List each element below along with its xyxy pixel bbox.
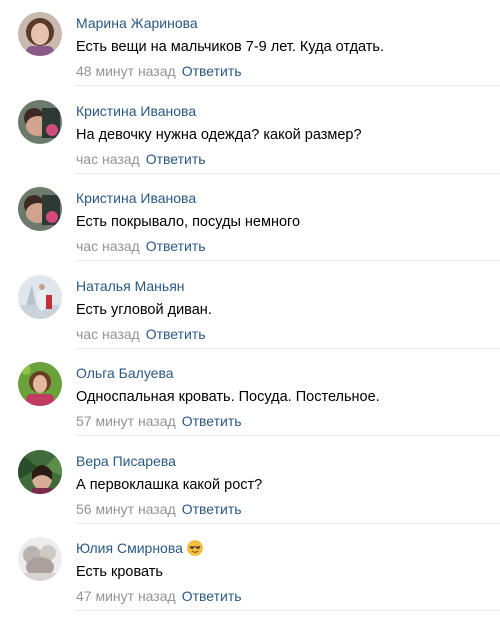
comment-text: На девочку нужна одежда? какой размер? bbox=[76, 127, 362, 143]
comment-text: Есть покрывало, посуды немного bbox=[76, 214, 301, 230]
user-photo-icon bbox=[18, 275, 62, 319]
comment-author-name: Юлия Смирнова bbox=[76, 540, 183, 556]
comment-meta: час назад Ответить bbox=[76, 326, 206, 342]
comment-author[interactable]: Кристина Иванова bbox=[76, 190, 196, 206]
user-photo-icon bbox=[18, 187, 62, 231]
comment-item: Кристина Иванова На девочку нужна одежда… bbox=[0, 88, 500, 175]
comment-author[interactable]: Юлия Смирнова bbox=[76, 540, 203, 556]
reply-button[interactable]: Ответить bbox=[146, 326, 206, 342]
divider bbox=[76, 173, 500, 174]
divider bbox=[76, 260, 500, 261]
user-photo-icon bbox=[18, 450, 62, 494]
user-photo-icon bbox=[18, 362, 62, 406]
comment-author[interactable]: Марина Жаринова bbox=[76, 15, 198, 31]
reply-button[interactable]: Ответить bbox=[182, 588, 242, 604]
comment-item: Юлия Смирнова Есть кровать 47 минут наза… bbox=[0, 525, 500, 612]
user-photo-icon bbox=[18, 100, 62, 144]
avatar[interactable] bbox=[18, 187, 62, 231]
divider bbox=[76, 348, 500, 349]
comment-time[interactable]: 48 минут назад bbox=[76, 63, 176, 79]
reply-button[interactable]: Ответить bbox=[182, 63, 242, 79]
comment-text: Есть вещи на мальчиков 7-9 лет. Куда отд… bbox=[76, 39, 385, 55]
comment-item: Марина Жаринова Есть вещи на мальчиков 7… bbox=[0, 0, 500, 87]
comment-time[interactable]: 47 минут назад bbox=[76, 588, 176, 604]
comment-time[interactable]: час назад bbox=[76, 326, 140, 342]
comment-meta: 47 минут назад Ответить bbox=[76, 588, 242, 604]
avatar[interactable] bbox=[18, 100, 62, 144]
reply-button[interactable]: Ответить bbox=[182, 413, 242, 429]
comment-item: Вера Писарева А первоклашка какой рост? … bbox=[0, 438, 500, 525]
avatar[interactable] bbox=[18, 450, 62, 494]
comment-time[interactable]: час назад bbox=[76, 238, 140, 254]
comment-time[interactable]: час назад bbox=[76, 151, 140, 167]
comment-meta: 48 минут назад Ответить bbox=[76, 63, 242, 79]
comments-list: Марина Жаринова Есть вещи на мальчиков 7… bbox=[0, 0, 500, 617]
comment-meta: час назад Ответить bbox=[76, 238, 206, 254]
divider bbox=[76, 523, 500, 524]
comment-meta: 56 минут назад Ответить bbox=[76, 501, 242, 517]
comment-item: Кристина Иванова Есть покрывало, посуды … bbox=[0, 175, 500, 262]
reply-button[interactable]: Ответить bbox=[146, 151, 206, 167]
divider bbox=[76, 610, 500, 611]
avatar[interactable] bbox=[18, 12, 62, 56]
user-photo-icon bbox=[18, 12, 62, 56]
comment-author[interactable]: Наталья Маньян bbox=[76, 278, 185, 294]
comment-meta: час назад Ответить bbox=[76, 151, 206, 167]
comment-author[interactable]: Кристина Иванова bbox=[76, 103, 196, 119]
comment-item: Ольга Балуева Односпальная кровать. Посу… bbox=[0, 350, 500, 437]
comment-text: Односпальная кровать. Посуда. Постельное… bbox=[76, 389, 380, 405]
comment-text: А первоклашка какой рост? bbox=[76, 477, 263, 493]
comment-time[interactable]: 56 минут назад bbox=[76, 501, 176, 517]
divider bbox=[76, 435, 500, 436]
reply-button[interactable]: Ответить bbox=[146, 238, 206, 254]
divider bbox=[76, 85, 500, 86]
avatar[interactable] bbox=[18, 275, 62, 319]
comment-item: Наталья Маньян Есть угловой диван. час н… bbox=[0, 263, 500, 350]
reply-button[interactable]: Ответить bbox=[182, 501, 242, 517]
comment-meta: 57 минут назад Ответить bbox=[76, 413, 242, 429]
comment-time[interactable]: 57 минут назад bbox=[76, 413, 176, 429]
avatar[interactable] bbox=[18, 362, 62, 406]
smiling-sunglasses-emoji-icon bbox=[187, 540, 203, 556]
avatar[interactable] bbox=[18, 537, 62, 581]
comment-text: Есть кровать bbox=[76, 564, 163, 580]
comment-author[interactable]: Ольга Балуева bbox=[76, 365, 174, 381]
comment-text: Есть угловой диван. bbox=[76, 302, 212, 318]
user-photo-icon bbox=[18, 537, 62, 581]
comment-author[interactable]: Вера Писарева bbox=[76, 453, 176, 469]
